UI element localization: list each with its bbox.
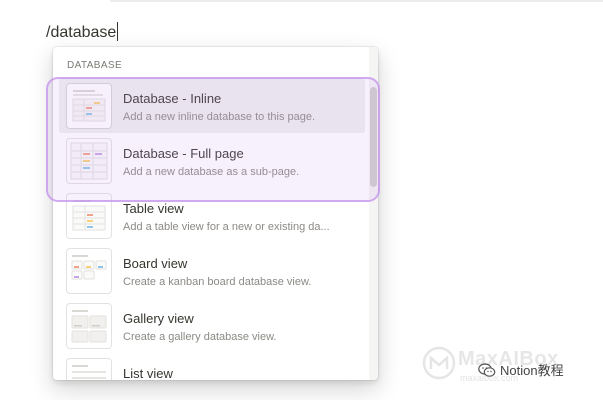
board-view-thumbnail-icon bbox=[67, 249, 111, 293]
menu-list: Database - Inline Add a new inline datab… bbox=[53, 78, 371, 380]
menu-item-title: Gallery view bbox=[123, 311, 194, 326]
menu-item-title: Database - Inline bbox=[123, 91, 222, 106]
menu-item-description: Add a table view for a new or existing d… bbox=[123, 221, 330, 233]
wechat-label-text: Notion教程 bbox=[500, 363, 564, 378]
watermark-brand: MaxAIBox bbox=[458, 348, 559, 370]
command-text: /database bbox=[46, 24, 117, 41]
menu-item-table-view[interactable]: Table view Add a table view for a new or… bbox=[53, 188, 371, 243]
menu-item-database-inline[interactable]: Database - Inline Add a new inline datab… bbox=[59, 78, 365, 133]
database-inline-thumbnail-icon bbox=[67, 84, 111, 128]
menu-section-header: DATABASE bbox=[67, 60, 123, 71]
wechat-label: Notion教程 bbox=[478, 360, 564, 379]
menu-item-description: Add a new database as a sub-page. bbox=[123, 166, 300, 178]
text-caret bbox=[117, 22, 119, 41]
menu-scrollbar-track[interactable] bbox=[369, 47, 378, 380]
menu-item-description: Add a new inline database to this page. bbox=[123, 111, 316, 123]
list-view-thumbnail-icon bbox=[67, 359, 111, 380]
menu-item-title: Database - Full page bbox=[123, 146, 244, 161]
menu-item-title: Table view bbox=[123, 201, 184, 216]
watermark: MaxAIBox maxaibox.com Notion教程 bbox=[418, 342, 601, 396]
database-full-page-thumbnail-icon bbox=[67, 139, 111, 183]
wechat-icon bbox=[478, 363, 496, 377]
menu-item-gallery-view[interactable]: Gallery view Create a gallery database v… bbox=[53, 298, 371, 353]
menu-item-description: Create a kanban board database view. bbox=[123, 276, 312, 288]
table-view-thumbnail-icon bbox=[67, 194, 111, 238]
menu-item-title: List view bbox=[123, 366, 173, 380]
top-divider bbox=[110, 0, 603, 2]
page: /database DATABASE Database - Inline Add… bbox=[0, 0, 603, 400]
watermark-site: maxaibox.com bbox=[460, 373, 519, 383]
menu-item-list-view[interactable]: List view bbox=[53, 353, 371, 380]
menu-scrollbar-thumb[interactable] bbox=[370, 87, 377, 187]
slash-command-menu: DATABASE Database - Inline Add a new inl… bbox=[53, 47, 378, 380]
menu-item-database-full-page[interactable]: Database - Full page Add a new database … bbox=[53, 133, 371, 188]
menu-item-description: Create a gallery database view. bbox=[123, 331, 277, 343]
menu-item-board-view[interactable]: Board view Create a kanban board databas… bbox=[53, 243, 371, 298]
menu-item-title: Board view bbox=[123, 256, 188, 271]
gallery-view-thumbnail-icon bbox=[67, 304, 111, 348]
command-input[interactable]: /database bbox=[46, 22, 119, 42]
maxaibox-logo-icon bbox=[422, 346, 456, 380]
